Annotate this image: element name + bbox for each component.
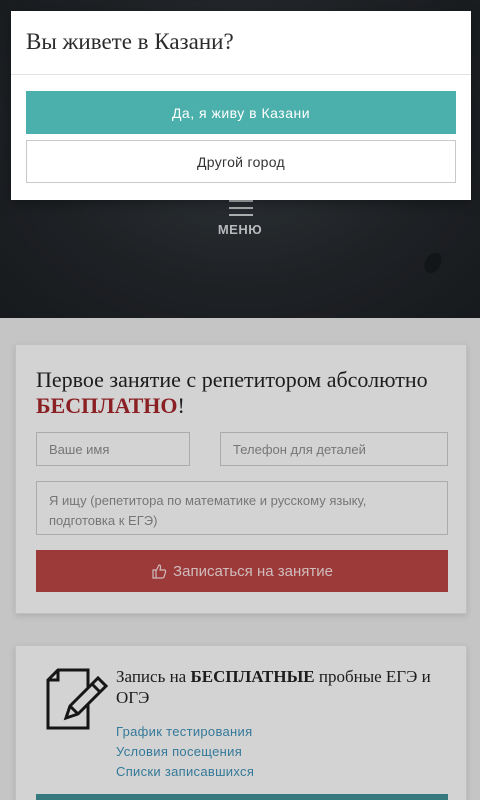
confirm-city-button[interactable]: Да, я живу в Казани <box>26 91 456 134</box>
modal-title: Вы живете в Казани? <box>26 29 234 54</box>
other-city-button[interactable]: Другой город <box>26 140 456 183</box>
modal-divider <box>11 74 471 75</box>
city-confirm-modal: Вы живете в Казани? Да, я живу в Казани … <box>11 11 471 200</box>
